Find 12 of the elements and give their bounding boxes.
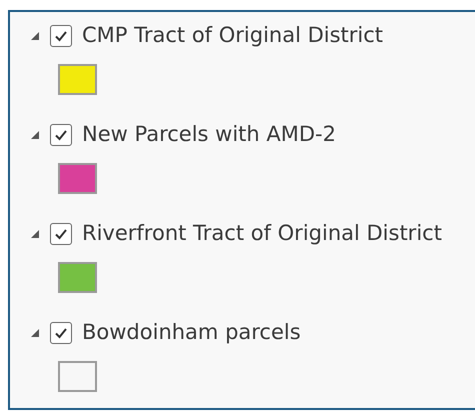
layer-checkbox[interactable] — [50, 322, 72, 344]
layer-checkbox[interactable] — [50, 25, 72, 47]
layer-checkbox[interactable] — [50, 124, 72, 146]
checkmark-icon — [54, 227, 68, 241]
checkmark-icon — [54, 326, 68, 340]
layer-checkbox[interactable] — [50, 223, 72, 245]
layer-name[interactable]: CMP Tract of Original District — [82, 20, 384, 52]
checkmark-icon — [54, 29, 68, 43]
layer-name[interactable]: Bowdoinham parcels — [82, 317, 301, 349]
layer-name[interactable]: Riverfront Tract of Original District — [82, 218, 442, 250]
layer-name[interactable]: New Parcels with AMD-2 — [82, 119, 336, 151]
checkmark-icon — [54, 128, 68, 142]
